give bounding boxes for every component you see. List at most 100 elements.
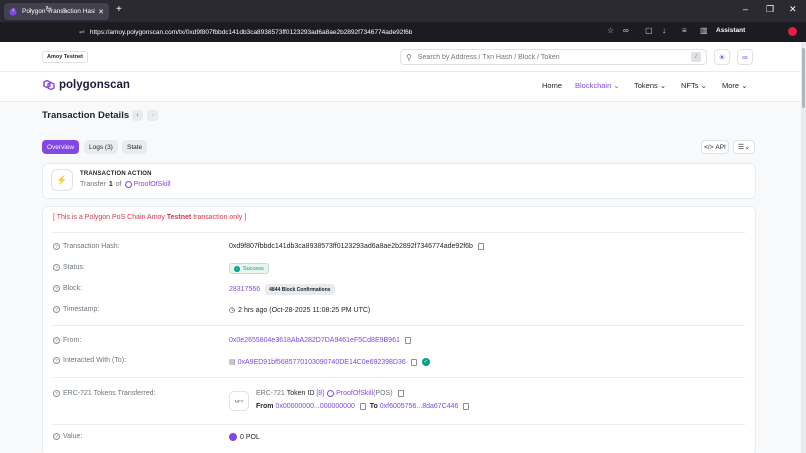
chevron-down-icon: ⌄ [613,81,620,90]
nav-tokens[interactable]: Tokens ⌄ [634,81,666,90]
tab-close-icon[interactable]: ✕ [98,8,104,16]
search-input[interactable] [417,53,691,61]
view-options-button[interactable]: ☰ ⌄ [733,140,755,154]
action-token-link[interactable]: ProofOfSkill [134,181,171,188]
microphone-icon[interactable]: ⌕ [62,4,67,15]
timestamp-label-text: Timestamp: [63,306,100,313]
logo-text: polygonscan [59,79,130,91]
token-id-label: Token ID [286,390,315,397]
back-icon[interactable]: ‹ [12,4,15,14]
help-icon[interactable]: ? [53,264,60,271]
help-icon[interactable]: ? [53,433,60,440]
maximize-icon[interactable]: ❐ [766,4,774,15]
copy-icon[interactable] [477,243,484,250]
nav-home[interactable]: Home [542,81,562,90]
status-label: ? Status: [53,264,85,271]
token-name-link[interactable]: ProofOfSkill [336,390,373,397]
to-address-link[interactable]: 0xA9ED91bf5685770103090740DE14C0e692398D… [238,359,406,366]
from-value: 0x0e2655804e3618AbA282D7DA9461eF5Cd8E9B9… [229,337,411,344]
page-scrollbar-thumb[interactable] [802,48,805,108]
hash-label-text: Transaction Hash: [63,243,120,250]
nav-blockchain[interactable]: Blockchain ⌄ [575,81,620,90]
clock-icon: ◷ [229,307,236,314]
transfer-from-link[interactable]: 0x00000000...000000000 [275,403,354,410]
copy-icon[interactable] [410,358,417,366]
extension-icon[interactable] [788,27,797,36]
search-shortcut-key: / [691,52,701,62]
theme-toggle-icon[interactable]: ☀ [714,49,730,65]
transaction-action-line: Transfer 1 of ProofOfSkill [80,181,171,188]
erc721-label: ? ERC-721 Tokens Transferred: [53,390,155,397]
bookmark-star-icon[interactable]: ☆ [607,26,614,35]
block-link[interactable]: 28317566 [229,286,260,293]
site-info-icon[interactable]: ⇌ [79,28,85,36]
nav-blockchain-label: Blockchain [575,81,612,90]
help-icon[interactable]: ? [53,337,60,344]
erc721-token-line: ERC-721 Token ID [8] ProofOfSkill (POS) [256,390,404,397]
address-bar[interactable]: ⇌ https://amoy.polygonscan.com/tx/0xd9f8… [79,24,619,40]
network-badge: Amoy Testnet [42,51,88,63]
divider [53,232,745,233]
copy-icon[interactable] [397,390,404,397]
check-icon: ✓ [234,265,240,272]
polygon-logo-icon [43,79,55,91]
help-icon[interactable]: ? [53,306,60,313]
download-icon[interactable]: ↓ [662,26,666,35]
help-icon[interactable]: ? [53,285,60,292]
from-label-text: From: [63,337,82,344]
to-value: ▤ 0xA9ED91bf5685770103090740DE14C0e692398… [229,358,430,366]
help-icon[interactable]: ? [53,243,60,250]
pol-token-icon [229,433,237,441]
divider [53,424,745,425]
erc721-type: ERC-721 [256,390,285,397]
reader-icon[interactable]: ≡ [682,26,687,35]
token-icon [327,390,335,397]
action-prefix: Transfer [80,181,106,188]
status-value: ✓ Success [229,263,269,274]
search-icon: ⚲ [406,52,412,62]
forward-icon[interactable]: › [29,4,32,14]
status-label-text: Status: [63,264,85,271]
hash-label: ? Transaction Hash: [53,243,120,250]
hash-value: 0xd9f807fbbdc141db3ca8938573ff0123293ad6… [229,243,484,250]
previous-tx-button[interactable]: ‹ [132,110,143,121]
window-close-icon[interactable]: ✕ [789,4,797,15]
site-search[interactable]: ⚲ / [400,49,707,65]
tab-overview[interactable]: Overview [42,140,80,154]
help-icon[interactable]: ? [53,357,60,364]
link-icon[interactable]: ∞ [623,26,629,35]
from-label: ? From: [53,337,81,344]
polygonscan-logo[interactable]: polygonscan [42,79,130,91]
assistant-button[interactable]: Assistant [716,27,745,34]
reload-icon[interactable]: ↻ [45,4,52,15]
tab-state[interactable]: State [122,140,148,154]
testnet-notice: [ This is a Polygon PoS Chain Amoy Testn… [53,214,246,221]
copy-icon[interactable] [463,403,470,410]
nav-more[interactable]: More ⌄ [722,81,747,90]
copy-icon[interactable] [404,337,411,344]
browser-tab[interactable]: Polygon Transaction Hash: 0x ✕ [4,3,109,20]
token-id-link[interactable]: [8] [316,390,324,397]
transfer-to-link[interactable]: 0xf6005756...8da67C446 [380,403,459,410]
from-word: From [256,403,274,410]
token-icon [124,181,132,188]
tab-logs[interactable]: Logs (3) [84,140,118,154]
to-label-text: Interacted With (To): [63,357,127,364]
help-icon[interactable]: ? [53,390,60,397]
divider [53,325,745,326]
minimize-icon[interactable]: – [743,4,748,14]
timestamp-text: 2 hrs ago (Oct-28-2025 11:08:25 PM UTC) [238,306,371,314]
from-address-link[interactable]: 0x0e2655804e3618AbA282D7DA9461eF5Cd8E9B9… [229,337,400,344]
nav-nfts[interactable]: NFTs ⌄ [681,81,707,90]
sidebar-icon[interactable]: ▥ [700,26,708,35]
timestamp-value: ◷ 2 hrs ago (Oct-28-2025 11:08:25 PM UTC) [229,306,371,315]
copy-icon[interactable] [359,403,366,410]
nav-tokens-label: Tokens [634,81,658,90]
polygon-network-icon[interactable]: ∞ [737,49,753,65]
next-tx-button[interactable]: › [147,110,158,121]
new-tab-icon[interactable]: + [116,4,122,15]
screenshot-icon[interactable]: ▢ [645,26,653,35]
api-button[interactable]: </> API [701,140,729,154]
chevron-down-icon: ⌄ [700,81,707,90]
token-symbol: (POS) [373,390,393,397]
